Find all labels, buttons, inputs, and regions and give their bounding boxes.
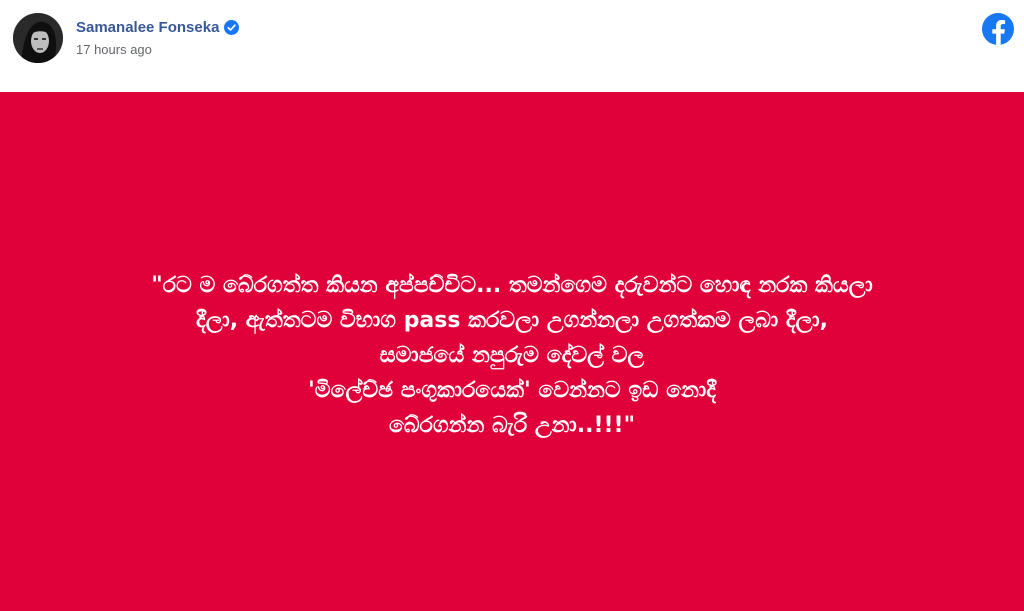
author-name[interactable]: Samanalee Fonseka bbox=[76, 19, 219, 36]
quote-line: 'මිලේච්ඡ පංගුකාරයෙක්' වෙන්නට ඉඩ නොදී bbox=[308, 378, 716, 403]
quote-line: දීලා, ඇත්තටම විභාග pass කරවලා උගන්නලා උග… bbox=[196, 308, 828, 333]
post-quote-text: "රට ම බේරගත්ත කියන අප්පච්චිට... තමන්ගෙම … bbox=[30, 268, 994, 443]
verified-badge-icon bbox=[224, 20, 240, 35]
facebook-post: Samanalee Fonseka 17 hours ago "රට ම බේර… bbox=[0, 0, 1024, 611]
quote-line: බේරගන්න බැරි උනා..!!!" bbox=[388, 413, 636, 438]
quote-line: "රට ම බේරගත්ත කියන අප්පච්චිට... තමන්ගෙම … bbox=[151, 273, 873, 298]
quote-line: සමාජයේ නපුරුම දේවල් වල bbox=[379, 343, 645, 368]
author-row: Samanalee Fonseka bbox=[76, 19, 240, 36]
post-timestamp[interactable]: 17 hours ago bbox=[76, 42, 152, 57]
post-header: Samanalee Fonseka 17 hours ago bbox=[0, 0, 1024, 92]
avatar[interactable] bbox=[13, 13, 63, 63]
profile-photo-icon bbox=[13, 13, 63, 63]
facebook-icon[interactable] bbox=[982, 13, 1014, 45]
